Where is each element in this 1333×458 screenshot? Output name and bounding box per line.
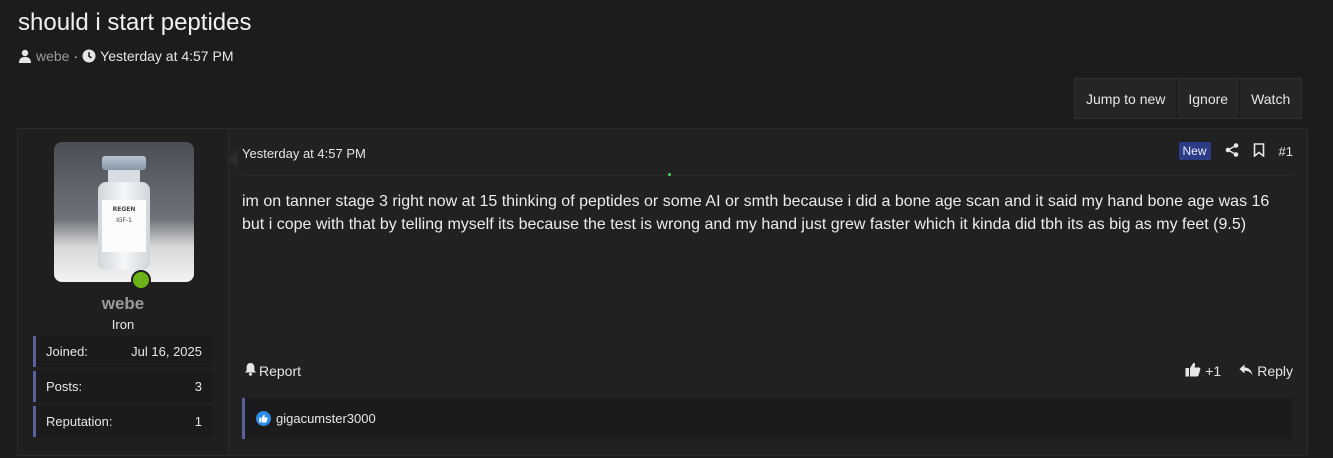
avatar-label: IGF-1 xyxy=(116,217,132,224)
avatar-brand: REGEN xyxy=(112,206,136,213)
ignore-button[interactable]: Ignore xyxy=(1177,79,1241,118)
scrollbar[interactable] xyxy=(1318,0,1333,458)
bookmark-icon[interactable] xyxy=(1253,142,1265,160)
stat-reputation: Reputation: 1 xyxy=(33,406,213,437)
reply-label: Reply xyxy=(1257,363,1293,379)
report-button[interactable]: Report xyxy=(244,362,301,379)
post-message: im on tanner stage 3 right now at 15 thi… xyxy=(242,193,1270,233)
thread-date-link[interactable]: Yesterday at 4:57 PM xyxy=(100,48,233,64)
post: REGEN IGF-1 webe Iron Joined: Jul 16, 20… xyxy=(17,128,1308,456)
stat-value: 1 xyxy=(194,414,202,429)
clock-icon xyxy=(82,49,96,63)
reply-icon xyxy=(1239,363,1253,379)
post-footer-actions: +1 Reply xyxy=(1185,362,1293,380)
indicator-dot xyxy=(668,173,671,176)
report-label: Report xyxy=(259,362,302,379)
meta-separator: · xyxy=(73,48,79,64)
like-count: +1 xyxy=(1205,363,1222,379)
stat-label: Reputation: xyxy=(46,414,113,429)
share-icon[interactable] xyxy=(1225,142,1239,160)
avatar[interactable]: REGEN IGF-1 xyxy=(54,142,194,282)
online-status-indicator xyxy=(131,270,151,290)
vial-label: REGEN IGF-1 xyxy=(102,200,146,252)
stat-joined: Joined: Jul 16, 2025 xyxy=(33,336,213,367)
thread-title: should i start peptides xyxy=(18,9,252,36)
like-button[interactable]: +1 xyxy=(1185,362,1221,380)
user-title: Iron xyxy=(111,317,135,332)
vial-cap xyxy=(102,156,146,170)
reactions-bar[interactable]: gigacumster3000 xyxy=(242,398,1292,439)
thumbs-up-icon xyxy=(1185,362,1201,380)
post-username[interactable]: webe xyxy=(18,294,228,314)
post-header-actions: New #1 xyxy=(1178,142,1293,160)
jump-to-new-button[interactable]: Jump to new xyxy=(1075,79,1178,118)
post-header-divider xyxy=(242,175,1293,176)
user-panel: REGEN IGF-1 webe Iron Joined: Jul 16, 20… xyxy=(18,129,229,455)
bell-icon xyxy=(244,362,257,379)
vial-neck xyxy=(108,170,140,182)
reply-button[interactable]: Reply xyxy=(1239,363,1293,379)
post-main: Yesterday at 4:57 PM New #1 im on tanner… xyxy=(229,129,1307,455)
stat-label: Joined: xyxy=(46,344,88,359)
stat-value: 3 xyxy=(194,379,202,394)
new-badge: New xyxy=(1178,142,1211,160)
thread-meta: webe · Yesterday at 4:57 PM xyxy=(18,48,233,64)
thread-toolbar: Jump to new Ignore Watch xyxy=(1074,78,1303,119)
post-date-link[interactable]: Yesterday at 4:57 PM xyxy=(242,146,366,161)
watch-button[interactable]: Watch xyxy=(1240,79,1301,118)
reaction-user-link[interactable]: gigacumster3000 xyxy=(276,411,376,426)
like-reaction-icon xyxy=(256,411,271,426)
stat-posts: Posts: 3 xyxy=(33,371,213,402)
stat-label: Posts: xyxy=(46,379,83,394)
thread-author-link[interactable]: webe xyxy=(36,48,69,64)
stat-value: Jul 16, 2025 xyxy=(131,344,202,359)
vial-body: REGEN IGF-1 xyxy=(98,182,150,270)
user-icon xyxy=(18,49,32,63)
post-number-link[interactable]: #1 xyxy=(1279,144,1293,159)
